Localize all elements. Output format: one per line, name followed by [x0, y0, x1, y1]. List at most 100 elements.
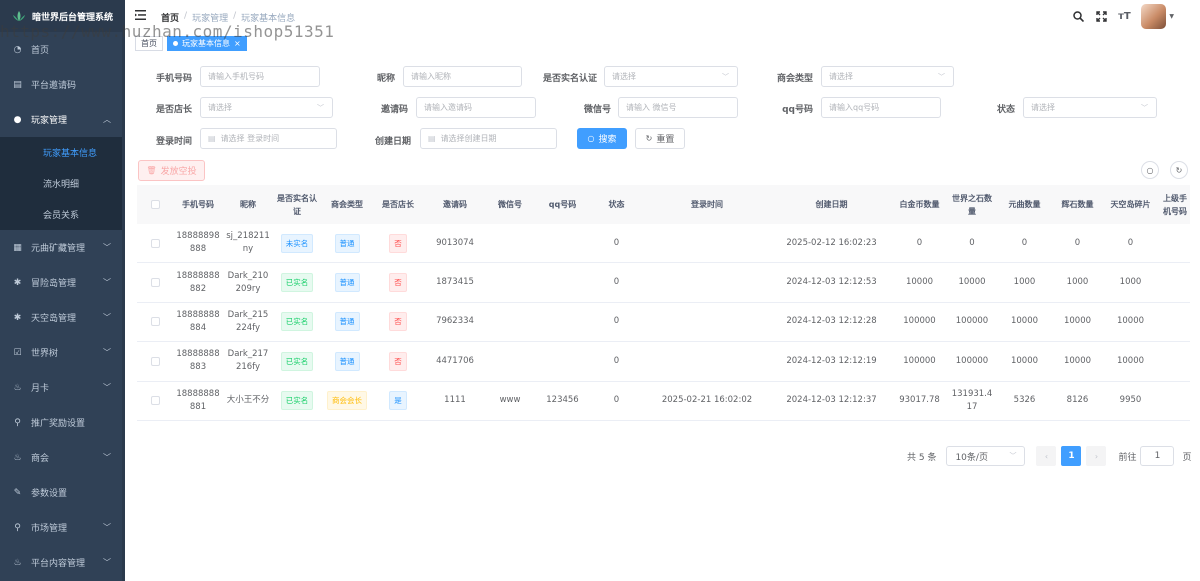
column-header: 状态: [608, 200, 625, 209]
chevron-down-icon: ﹀: [103, 348, 111, 357]
grant-airdrop-button[interactable]: 🗑 发放空投: [138, 160, 205, 181]
tag-home[interactable]: 首页: [135, 36, 163, 51]
cell-realname: 未实名: [273, 224, 321, 262]
sidebar-item-label: 平台内容管理: [31, 559, 86, 569]
sidebar-item[interactable]: ♨ 平台内容管理 ﹀: [0, 545, 125, 580]
column-header: 是否实名认证: [277, 193, 317, 216]
chamber-type-select[interactable]: 请选择 ﹀: [821, 66, 954, 87]
nickname-input[interactable]: 请输入昵称: [403, 66, 522, 87]
toggle-search-button[interactable]: ○: [1141, 161, 1159, 179]
sidebar-item-label: 月卡: [31, 384, 50, 394]
cell-world-stone: 100000: [955, 316, 989, 327]
nickname-placeholder: 请输入昵称: [411, 72, 451, 81]
column-header: qq号码: [548, 200, 577, 209]
page-number-current[interactable]: 1: [1061, 446, 1082, 466]
sidebar-item[interactable]: ▦ 元曲矿藏管理 ﹀: [0, 230, 125, 265]
sidebar-item[interactable]: ✎ 参数设置: [0, 475, 125, 510]
table-row[interactable]: 18888898888 sj_218211ny 未实名 普通 否 9013074 0 2025…: [137, 224, 1190, 264]
status-select[interactable]: 请选择 ﹀: [1023, 97, 1157, 118]
cell-created: 2025-02-12 16:02:23: [786, 237, 877, 248]
cell-sky-shard: 9950: [1119, 395, 1142, 406]
cell-chamber: 普通: [321, 224, 373, 262]
chevron-down-icon: ﹀: [1141, 103, 1148, 112]
realname-badge: 已实名: [280, 391, 314, 411]
cell-shop: 否: [373, 224, 423, 262]
sidebar-subitem[interactable]: 流水明细: [0, 168, 125, 199]
cell-qq: [533, 224, 592, 262]
sidebar-subitem[interactable]: 玩家基本信息: [0, 137, 125, 168]
cell-invite: 9013074: [436, 237, 474, 248]
login-time-picker[interactable]: ▤ 请选择 登录时间: [200, 128, 337, 149]
sidebar-item[interactable]: ▤ 平台邀请码: [0, 67, 125, 102]
search-button[interactable]: ○ 搜索: [577, 128, 627, 149]
goto-page-input[interactable]: 1: [1140, 446, 1175, 466]
table-row[interactable]: 18888888882 Dark_210209ry 已实名 普通 否 1873415 0 20…: [137, 263, 1190, 303]
sidebar: 暗世界后台管理系统 ◔ 首页 ▤ 平台邀请码 ● 玩家管理 ︿ 玩家基本信息 流水明细 会员关系 ▦…: [0, 0, 125, 581]
create-date-label: 创建日期: [374, 137, 411, 147]
row-checkbox[interactable]: [150, 317, 160, 327]
cell-nickname: Dark_210209ry: [227, 270, 269, 294]
sidebar-item-label: 天空岛管理: [31, 314, 77, 324]
font-size-icon[interactable]: тT: [1117, 10, 1131, 24]
table-row[interactable]: 18888888884 Dark_215224fy 已实名 普通 否 7962334 0 20…: [137, 303, 1190, 343]
sidebar-item[interactable]: ⚲ 推广奖励设置: [0, 405, 125, 440]
select-all-checkbox[interactable]: [150, 200, 160, 209]
cell-shop: 是: [373, 382, 423, 420]
sidebar-item[interactable]: ● 玩家管理 ︿: [0, 102, 125, 137]
row-checkbox[interactable]: [150, 396, 160, 406]
sidebar-subitem[interactable]: 会员关系: [0, 199, 125, 230]
grant-airdrop-label: 发放空投: [160, 167, 197, 177]
sidebar-item[interactable]: ☑ 世界树 ﹀: [0, 335, 125, 370]
close-icon[interactable]: ×: [234, 39, 241, 48]
next-page-button[interactable]: ›: [1086, 446, 1107, 466]
cell-chamber: 商会会长: [321, 382, 373, 420]
fullscreen-icon[interactable]: [1094, 10, 1108, 24]
chevron-down-icon: ﹀: [103, 523, 111, 532]
sidebar-scrollbar[interactable]: [122, 32, 125, 581]
page-suffix: 页: [1182, 452, 1192, 463]
cell-huishi: 1000: [1066, 277, 1089, 288]
table-row[interactable]: 18888888883 Dark_217216fy 已实名 普通 否 4471706 0 20…: [137, 342, 1190, 382]
sidebar-item[interactable]: ✱ 冒险岛管理 ﹀: [0, 265, 125, 300]
chevron-down-icon: ﹀: [317, 103, 324, 112]
cell-platinum: 10000: [905, 277, 934, 288]
tag-player-info[interactable]: 玩家基本信息 ×: [167, 36, 247, 51]
row-checkbox[interactable]: [150, 278, 160, 288]
shop-badge: 否: [389, 351, 407, 371]
breadcrumb-home[interactable]: 首页: [161, 11, 179, 24]
cell-platinum: 0: [916, 237, 923, 248]
sidebar-item[interactable]: ♨ 月卡 ﹀: [0, 370, 125, 405]
row-checkbox[interactable]: [150, 356, 160, 366]
sidebar-item[interactable]: ⚲ 市场管理 ﹀: [0, 510, 125, 545]
page-size-select[interactable]: 10条/页 ﹀: [946, 446, 1026, 466]
cell-platinum: 93017.78: [899, 395, 940, 406]
phone-input[interactable]: 请输入手机号码: [200, 66, 320, 87]
wechat-input[interactable]: 请输入 微信号: [618, 97, 738, 118]
invite-code-input[interactable]: 请输入邀请码: [416, 97, 536, 118]
sidebar-menu: ◔ 首页 ▤ 平台邀请码 ● 玩家管理 ︿ 玩家基本信息 流水明细 会员关系 ▦ 元曲矿藏管理 ﹀ ✱ 冒险…: [0, 32, 125, 580]
avatar[interactable]: [1141, 4, 1167, 29]
shop-badge: 否: [389, 273, 407, 293]
is-shop-select[interactable]: 请选择 ﹀: [200, 97, 333, 118]
sidebar-item[interactable]: ◔ 首页: [0, 32, 125, 67]
sidebar-item[interactable]: ✱ 天空岛管理 ﹀: [0, 300, 125, 335]
table-row[interactable]: 18888888881 大小王不分 已实名 商会会长 是 1111 www 123456 0 20…: [137, 382, 1190, 421]
column-header: 昵称: [240, 200, 256, 209]
caret-down-icon[interactable]: ▼: [1169, 13, 1174, 20]
search-icon[interactable]: [1071, 10, 1085, 24]
cell-login: 2025-02-21 16:02:02: [661, 395, 753, 406]
prev-page-button[interactable]: ‹: [1036, 446, 1057, 466]
sidebar-item[interactable]: ♨ 商会 ﹀: [0, 440, 125, 475]
login-time-label: 登录时间: [155, 137, 192, 147]
create-date-picker[interactable]: ▤ 请选择创建日期: [420, 128, 557, 149]
row-checkbox[interactable]: [150, 238, 160, 248]
qq-input[interactable]: 请输入qq号码: [821, 97, 941, 118]
people-icon: ♨: [13, 557, 22, 568]
tag-label: 首页: [141, 39, 157, 48]
realname-select[interactable]: 请选择 ﹀: [604, 66, 738, 87]
reset-button[interactable]: ↻ 重置: [635, 128, 685, 149]
refresh-button[interactable]: ↻: [1170, 161, 1188, 179]
dashboard-icon: ◔: [13, 44, 22, 55]
realname-badge: 已实名: [280, 312, 314, 332]
hamburger-icon[interactable]: [135, 10, 146, 20]
